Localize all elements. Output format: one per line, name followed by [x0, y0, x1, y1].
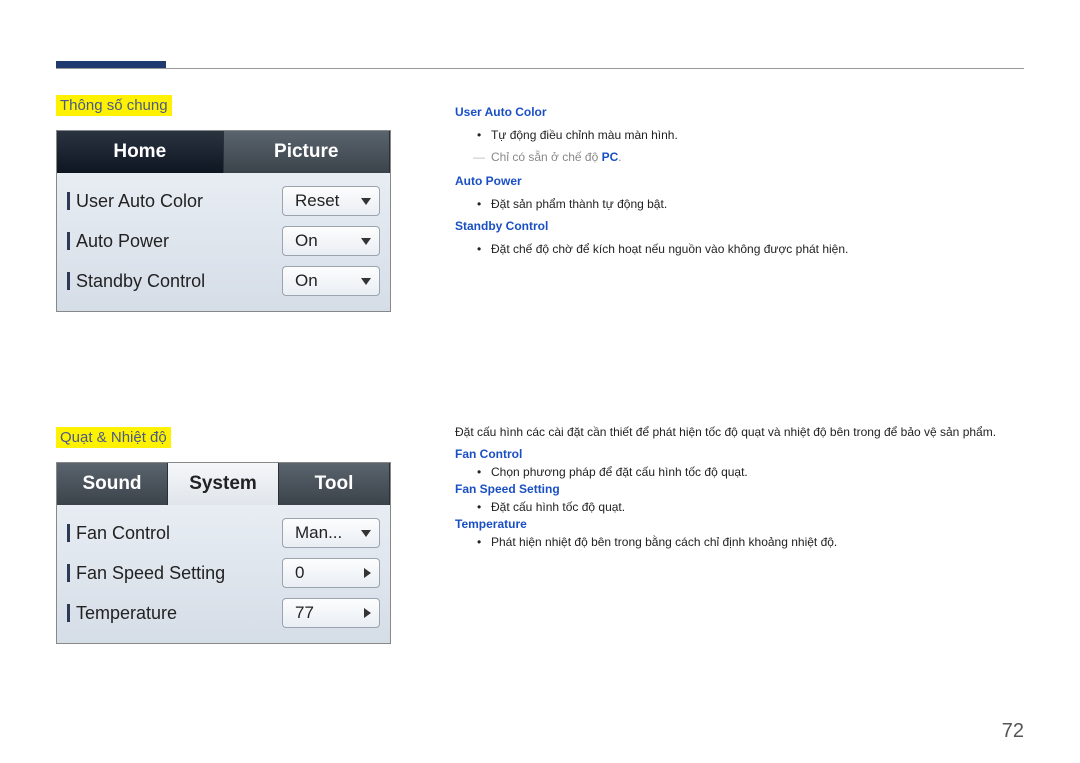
bullet-text: Phát hiện nhiệt độ bên trong bằng cách c…: [477, 535, 1025, 549]
chevron-down-icon: [361, 530, 371, 537]
item-heading: Auto Power: [455, 172, 1025, 191]
bullet-text: Đặt cấu hình tốc độ quạt.: [477, 500, 1025, 514]
item-heading: Fan Control: [455, 447, 1025, 461]
header-accent: [56, 61, 166, 68]
menu-row: Temperature 77: [67, 593, 380, 633]
bullet-text: Chọn phương pháp để đặt cấu hình tốc độ …: [477, 465, 1025, 479]
menu-row: Standby Control On: [67, 261, 380, 301]
chevron-down-icon: [361, 198, 371, 205]
row-value-dropdown[interactable]: On: [282, 266, 380, 296]
row-label: User Auto Color: [76, 191, 203, 212]
chevron-right-icon: [364, 608, 371, 618]
bullet-text: Tự động điều chỉnh màu màn hình.: [477, 126, 1025, 145]
chevron-down-icon: [361, 238, 371, 245]
menu-row: Fan Speed Setting 0: [67, 553, 380, 593]
item-heading: Standby Control: [455, 217, 1025, 236]
row-label: Standby Control: [76, 271, 205, 292]
description-section2: Đặt cấu hình các cài đặt cần thiết để ph…: [455, 425, 1025, 552]
row-label: Fan Control: [76, 523, 170, 544]
tab-system[interactable]: System: [168, 463, 279, 505]
item-heading: Temperature: [455, 517, 1025, 531]
section2-title: Quạt & Nhiệt độ: [56, 427, 171, 448]
note-text: ―Chỉ có sẵn ở chế độ PC.: [477, 148, 1025, 167]
menu-row: Fan Control Man...: [67, 513, 380, 553]
bullet-text: Đặt chế độ chờ để kích hoạt nếu nguồn và…: [477, 240, 1025, 259]
tab-picture[interactable]: Picture: [224, 131, 391, 173]
row-label: Fan Speed Setting: [76, 563, 225, 584]
row-value-dropdown[interactable]: Man...: [282, 518, 380, 548]
menu-screenshot-2: Sound System Tool Fan Control Man... Fan…: [56, 462, 391, 644]
bullet-text: Đặt sản phẩm thành tự động bật.: [477, 195, 1025, 214]
row-value-dropdown[interactable]: On: [282, 226, 380, 256]
item-heading: User Auto Color: [455, 103, 1025, 122]
row-value-stepper[interactable]: 0: [282, 558, 380, 588]
chevron-right-icon: [364, 568, 371, 578]
header-divider: [56, 68, 1024, 69]
tab-tool[interactable]: Tool: [279, 463, 390, 505]
tab-sound[interactable]: Sound: [57, 463, 168, 505]
row-label: Temperature: [76, 603, 177, 624]
menu-screenshot-1: Home Picture User Auto Color Reset Auto …: [56, 130, 391, 312]
menu-row: User Auto Color Reset: [67, 181, 380, 221]
item-heading: Fan Speed Setting: [455, 482, 1025, 496]
row-value-dropdown[interactable]: Reset: [282, 186, 380, 216]
tab-home[interactable]: Home: [57, 131, 224, 173]
description-section1: User Auto Color Tự động điều chỉnh màu m…: [455, 101, 1025, 262]
page-number: 72: [1002, 720, 1024, 743]
row-value-stepper[interactable]: 77: [282, 598, 380, 628]
intro-text: Đặt cấu hình các cài đặt cần thiết để ph…: [455, 425, 1025, 439]
section1-title: Thông số chung: [56, 95, 172, 116]
row-label: Auto Power: [76, 231, 169, 252]
menu-row: Auto Power On: [67, 221, 380, 261]
chevron-down-icon: [361, 278, 371, 285]
